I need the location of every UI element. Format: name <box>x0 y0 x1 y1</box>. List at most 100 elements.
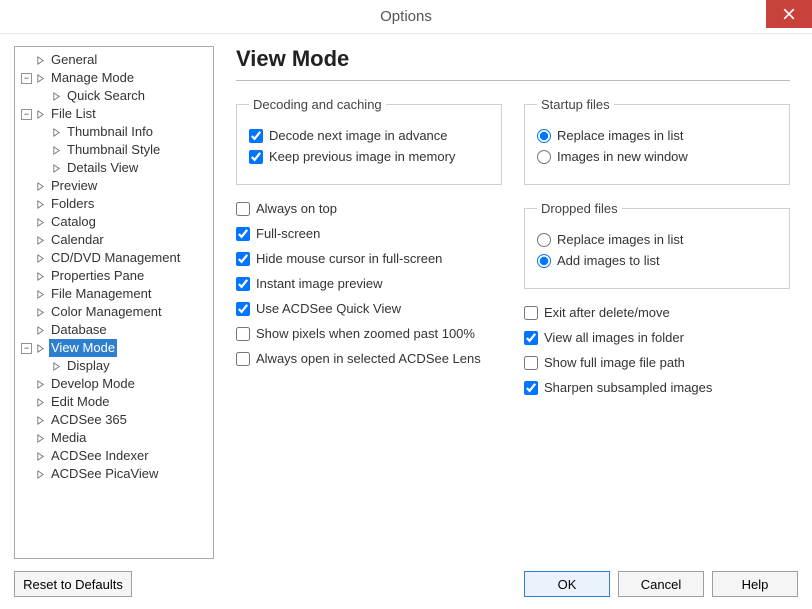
tree-item-label: General <box>49 51 99 69</box>
view-all-checkbox[interactable]: View all images in folder <box>524 330 790 345</box>
always-lens-checkbox[interactable]: Always open in selected ACDSee Lens <box>236 351 502 366</box>
cancel-button[interactable]: Cancel <box>618 571 704 597</box>
checkbox-input[interactable] <box>249 150 263 164</box>
checkbox-input[interactable] <box>249 129 263 143</box>
tree-item[interactable]: Edit Mode <box>17 393 211 411</box>
show-path-checkbox[interactable]: Show full image file path <box>524 355 790 370</box>
triangle-icon <box>35 181 45 191</box>
reset-defaults-button[interactable]: Reset to Defaults <box>14 571 132 597</box>
checkbox-label: View all images in folder <box>544 330 684 345</box>
help-button[interactable]: Help <box>712 571 798 597</box>
tree-item[interactable]: Properties Pane <box>17 267 211 285</box>
checkbox-label: Use ACDSee Quick View <box>256 301 401 316</box>
checkbox-label: Always on top <box>256 201 337 216</box>
dropped-add-radio[interactable]: Add images to list <box>537 253 777 268</box>
keep-previous-checkbox[interactable]: Keep previous image in memory <box>249 149 489 164</box>
tree-item[interactable]: Display <box>17 357 211 375</box>
tree-item[interactable]: Thumbnail Info <box>17 123 211 141</box>
tree-item[interactable]: Calendar <box>17 231 211 249</box>
tree-item-label: File Management <box>49 285 153 303</box>
checkbox-input[interactable] <box>236 352 250 366</box>
triangle-icon <box>35 397 45 407</box>
tree-item-label: File List <box>49 105 98 123</box>
dropped-replace-radio[interactable]: Replace images in list <box>537 232 777 247</box>
triangle-icon <box>35 415 45 425</box>
checkbox-input[interactable] <box>524 381 538 395</box>
checkbox-label: Show full image file path <box>544 355 685 370</box>
startup-new-window-radio[interactable]: Images in new window <box>537 149 777 164</box>
always-on-top-checkbox[interactable]: Always on top <box>236 201 502 216</box>
triangle-icon <box>35 433 45 443</box>
checkbox-label: Keep previous image in memory <box>269 149 455 164</box>
hide-cursor-checkbox[interactable]: Hide mouse cursor in full-screen <box>236 251 502 266</box>
tree-item-label: Develop Mode <box>49 375 137 393</box>
tree-item-label: CD/DVD Management <box>49 249 182 267</box>
tree-item[interactable]: Database <box>17 321 211 339</box>
checkbox-label: Sharpen subsampled images <box>544 380 712 395</box>
checkbox-input[interactable] <box>236 252 250 266</box>
tree-item[interactable]: Quick Search <box>17 87 211 105</box>
collapse-icon[interactable]: − <box>21 109 32 120</box>
tree-item[interactable]: Details View <box>17 159 211 177</box>
triangle-icon <box>35 343 45 353</box>
checkbox-input[interactable] <box>524 331 538 345</box>
radio-input[interactable] <box>537 129 551 143</box>
collapse-icon[interactable]: − <box>21 73 32 84</box>
checkbox-label: Exit after delete/move <box>544 305 670 320</box>
tree-item[interactable]: − Manage Mode <box>17 69 211 87</box>
checkbox-label: Always open in selected ACDSee Lens <box>256 351 481 366</box>
radio-input[interactable] <box>537 150 551 164</box>
tree-item[interactable]: CD/DVD Management <box>17 249 211 267</box>
sharpen-checkbox[interactable]: Sharpen subsampled images <box>524 380 790 395</box>
settings-columns: Decoding and caching Decode next image i… <box>236 97 790 405</box>
triangle-icon <box>35 379 45 389</box>
checkbox-label: Hide mouse cursor in full-screen <box>256 251 442 266</box>
collapse-icon[interactable]: − <box>21 343 32 354</box>
instant-preview-checkbox[interactable]: Instant image preview <box>236 276 502 291</box>
close-button[interactable] <box>766 0 812 28</box>
ok-button[interactable]: OK <box>524 571 610 597</box>
fullscreen-checkbox[interactable]: Full-screen <box>236 226 502 241</box>
tree-item[interactable]: Preview <box>17 177 211 195</box>
checkbox-input[interactable] <box>236 202 250 216</box>
checkbox-input[interactable] <box>236 277 250 291</box>
tree-item[interactable]: −View Mode <box>17 339 211 357</box>
tree-item[interactable]: ACDSee Indexer <box>17 447 211 465</box>
exit-after-checkbox[interactable]: Exit after delete/move <box>524 305 790 320</box>
radio-label: Add images to list <box>557 253 660 268</box>
tree-item[interactable]: General <box>17 51 211 69</box>
triangle-icon <box>51 145 61 155</box>
tree-item[interactable]: Media <box>17 429 211 447</box>
radio-input[interactable] <box>537 233 551 247</box>
decode-next-checkbox[interactable]: Decode next image in advance <box>249 128 489 143</box>
tree-item[interactable]: File Management <box>17 285 211 303</box>
tree-item-label: Thumbnail Info <box>65 123 155 141</box>
tree-item-label: Preview <box>49 177 99 195</box>
options-dialog: { "title": "Options", "tree": [ {"label"… <box>0 0 812 609</box>
checkbox-input[interactable] <box>524 356 538 370</box>
category-tree[interactable]: General − Manage ModeQuick Search − File Lis… <box>17 51 211 483</box>
tree-item[interactable]: ACDSee 365 <box>17 411 211 429</box>
startup-replace-radio[interactable]: Replace images in list <box>537 128 777 143</box>
triangle-icon <box>51 91 61 101</box>
decoding-caching-group: Decoding and caching Decode next image i… <box>236 97 502 185</box>
checkbox-input[interactable] <box>524 306 538 320</box>
page-title: View Mode <box>236 46 790 72</box>
quick-view-checkbox[interactable]: Use ACDSee Quick View <box>236 301 502 316</box>
tree-item[interactable]: − File List <box>17 105 211 123</box>
triangle-icon <box>35 253 45 263</box>
show-pixels-checkbox[interactable]: Show pixels when zoomed past 100% <box>236 326 502 341</box>
checkbox-input[interactable] <box>236 302 250 316</box>
checkbox-input[interactable] <box>236 327 250 341</box>
tree-item[interactable]: Folders <box>17 195 211 213</box>
tree-item-label: Edit Mode <box>49 393 112 411</box>
tree-item[interactable]: Develop Mode <box>17 375 211 393</box>
tree-item-label: Manage Mode <box>49 69 136 87</box>
tree-item[interactable]: ACDSee PicaView <box>17 465 211 483</box>
tree-item-label: Calendar <box>49 231 106 249</box>
radio-input[interactable] <box>537 254 551 268</box>
tree-item[interactable]: Catalog <box>17 213 211 231</box>
checkbox-input[interactable] <box>236 227 250 241</box>
tree-item[interactable]: Thumbnail Style <box>17 141 211 159</box>
tree-item[interactable]: Color Management <box>17 303 211 321</box>
